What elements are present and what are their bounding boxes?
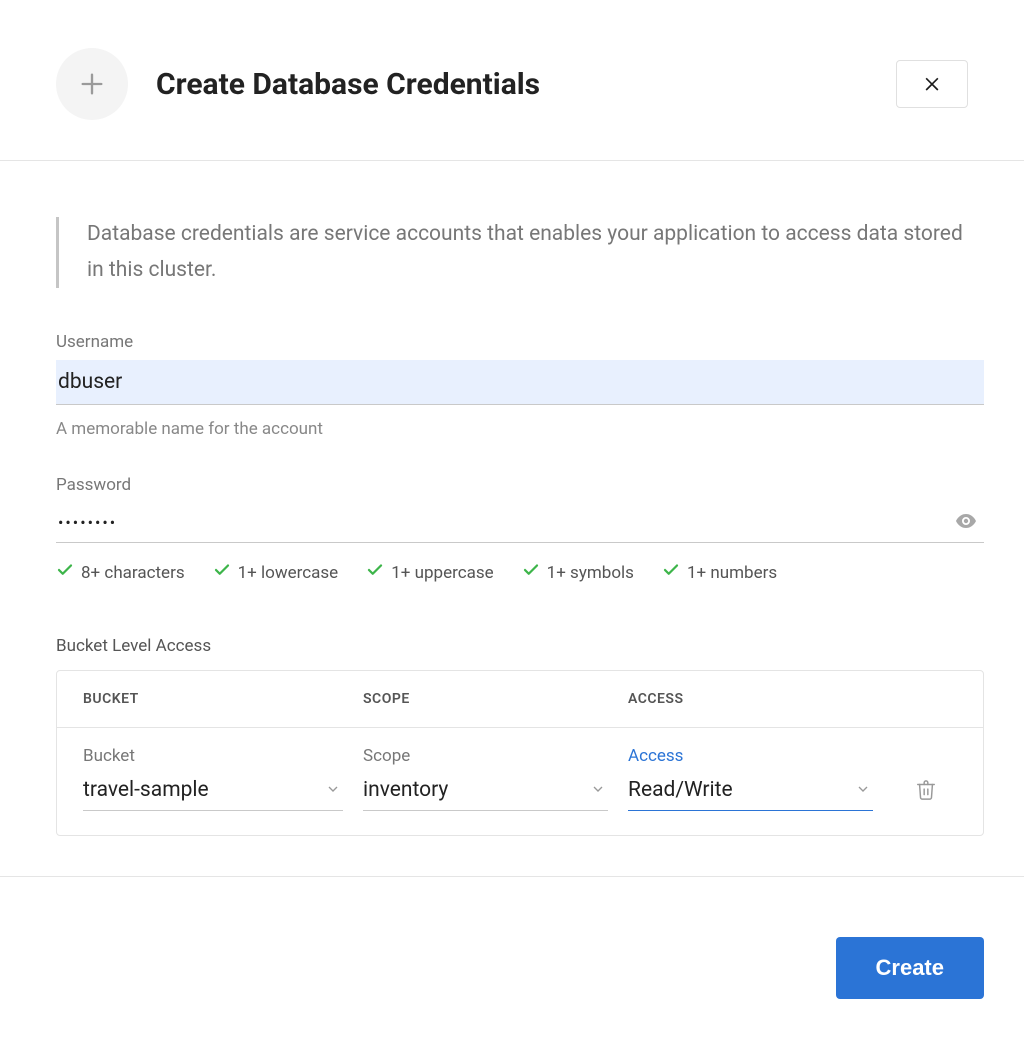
dialog-header: Create Database Credentials (0, 0, 1024, 161)
check-icon (213, 561, 238, 584)
username-hint: A memorable name for the account (56, 419, 984, 439)
username-label: Username (56, 332, 984, 352)
check-uppercase: 1+ uppercase (366, 561, 493, 584)
access-select-label: Access (628, 746, 873, 766)
check-icon (366, 561, 391, 584)
password-label: Password (56, 475, 984, 495)
check-symbols: 1+ symbols (522, 561, 634, 584)
table-header: BUCKET SCOPE ACCESS (57, 671, 983, 728)
delete-row-button[interactable] (915, 779, 937, 811)
col-header-bucket: BUCKET (83, 691, 363, 707)
bucket-select-label: Bucket (83, 746, 343, 766)
check-icon (56, 561, 81, 584)
close-icon (922, 73, 942, 96)
info-banner: Database credentials are service account… (56, 217, 984, 288)
bucket-select[interactable]: travel-sample (83, 772, 343, 811)
table-row: Bucket travel-sample Scope inventory Acc… (57, 728, 983, 835)
username-field: Username A memorable name for the accoun… (56, 332, 984, 439)
info-text: Database credentials are service account… (87, 217, 984, 288)
plus-icon (56, 48, 128, 120)
check-icon (662, 561, 687, 584)
eye-icon (954, 509, 978, 537)
dialog-content: Database credentials are service account… (0, 161, 1024, 876)
check-numbers: 1+ numbers (662, 561, 777, 584)
check-lowercase: 1+ lowercase (213, 561, 339, 584)
password-field: Password 8+ characters 1+ lowercase 1+ u… (56, 475, 984, 584)
chevron-down-icon (590, 781, 606, 801)
check-icon (522, 561, 547, 584)
dialog-footer: Create (0, 876, 1024, 1039)
col-header-access: ACCESS (628, 691, 893, 707)
create-button[interactable]: Create (836, 937, 984, 999)
chevron-down-icon (325, 781, 341, 801)
col-header-scope: SCOPE (363, 691, 628, 707)
page-title: Create Database Credentials (156, 67, 896, 102)
password-requirements: 8+ characters 1+ lowercase 1+ uppercase … (56, 561, 984, 584)
password-input[interactable] (56, 503, 984, 542)
scope-select[interactable]: inventory (363, 772, 608, 811)
check-8-chars: 8+ characters (56, 561, 185, 584)
bucket-access-table: BUCKET SCOPE ACCESS Bucket travel-sample… (56, 670, 984, 836)
toggle-password-visibility-button[interactable] (954, 509, 978, 537)
username-input[interactable] (56, 360, 984, 404)
trash-icon (915, 779, 937, 805)
chevron-down-icon (855, 781, 871, 801)
scope-select-label: Scope (363, 746, 608, 766)
close-button[interactable] (896, 60, 968, 108)
bucket-access-label: Bucket Level Access (56, 636, 984, 656)
access-select[interactable]: Read/Write (628, 772, 873, 811)
